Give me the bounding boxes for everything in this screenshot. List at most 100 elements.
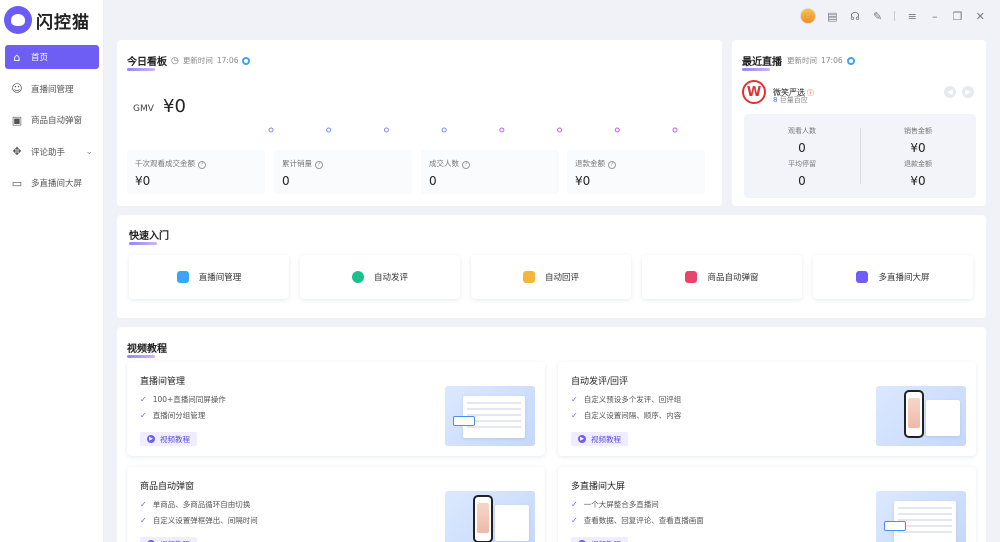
stat-label: 平均停留: [788, 160, 816, 168]
tutorial-product-popup[interactable]: 商品自动弹窗 ✓ 单商品、多商品循环自由切换 ✓ 自定义设置弹框弹出、间隔时间 ▶视…: [127, 467, 545, 542]
app-name: 闪控猫: [36, 12, 90, 33]
quick-auto-comment[interactable]: 自动发评: [300, 255, 460, 299]
avatar[interactable]: [799, 8, 816, 24]
help-icon[interactable]: ?: [198, 161, 206, 169]
tutorial-thumbnail: [445, 491, 535, 542]
tutorial-bullet: 一个大屏整合多直播间: [583, 500, 659, 509]
video-tutorials-card: 视频教程 直播间管理 ✓ 100+直播间同屏操作 ✓ 直播间分组管理 ▶ 视频教程 自…: [117, 327, 986, 542]
stat-refund: 退款金额 ¥0: [860, 159, 976, 188]
video-tutorial-button[interactable]: ▶视频教程: [571, 432, 628, 446]
tutorial-multi-screen[interactable]: 多直播间大屏 ✓ 一个大屏整合多直播间 ✓ 查看数据、回复评论、查看直播画面 ▶视频…: [558, 467, 976, 542]
sidebar-item-multi-screen[interactable]: ▭ 多直播间大屏: [5, 171, 99, 195]
sidebar-item-label: 商品自动弹窗: [31, 116, 83, 126]
next-arrow-icon[interactable]: ▶: [962, 86, 974, 98]
carousel-arrows: ◀ ▶: [944, 86, 974, 98]
sidebar-item-comment-assistant[interactable]: ✥ 评论助手 ⌄: [5, 140, 99, 164]
app-logo: 闪控猫: [4, 5, 90, 35]
quick-room-management[interactable]: 直播间管理: [129, 255, 289, 299]
video-tutorial-button[interactable]: ▶视频教程: [140, 432, 197, 446]
trend-point[interactable]: [499, 127, 505, 133]
trend-point[interactable]: [326, 127, 332, 133]
alert-icon: ⓘ: [807, 88, 814, 97]
sidebar: 闪控猫 ⌂ 首页 ☺ 直播间管理 ▣ 商品自动弹窗 ✥ 评论助手 ⌄ ▭ 多直播…: [0, 0, 104, 542]
stat-label: 累计销量: [282, 159, 312, 168]
check-icon: ✓: [571, 500, 578, 509]
stat-value: ¥0: [575, 174, 591, 188]
menu-icon[interactable]: ≡: [906, 10, 918, 23]
trend-point[interactable]: [441, 127, 447, 133]
stat-label: 退款金额: [904, 160, 932, 168]
quick-product-popup[interactable]: 商品自动弹窗: [642, 255, 802, 299]
chevron-down-icon: ⌄: [85, 146, 93, 157]
stat-buyers: 成交人数? 0: [421, 150, 559, 194]
divider: [860, 128, 861, 184]
sidebar-nav: ⌂ 首页 ☺ 直播间管理 ▣ 商品自动弹窗 ✥ 评论助手 ⌄ ▭ 多直播间大屏: [5, 45, 99, 203]
trend-point[interactable]: [672, 127, 678, 133]
check-icon: ✓: [140, 516, 147, 525]
prev-arrow-icon[interactable]: ◀: [944, 86, 956, 98]
screen-icon: ▭: [11, 176, 23, 190]
help-icon[interactable]: ?: [462, 161, 470, 169]
trend-point[interactable]: [557, 127, 563, 133]
check-icon: ✓: [140, 395, 147, 404]
stat-label: 千次观看成交金额: [135, 159, 195, 168]
stat-label: 退款金额: [575, 159, 605, 168]
tutorial-title: 自动发评/回评: [571, 377, 629, 387]
check-icon: ✓: [571, 516, 578, 525]
trend-point[interactable]: [614, 127, 620, 133]
help-icon[interactable]: ?: [315, 161, 323, 169]
tutorial-bullet: 自定义设置弹框弹出、间隔时间: [152, 516, 258, 525]
tutorial-auto-comment[interactable]: 自动发评/回评 ✓ 自定义预设多个发评、回评组 ✓ 自定义设置间隔、顺序、内容 ▶ 视…: [558, 362, 976, 456]
recent-update-meta: 更新时间 17:06: [787, 55, 855, 66]
puzzle-icon: ✥: [12, 145, 22, 158]
tutorial-thumbnail: [876, 491, 966, 542]
stat-value: ¥0: [135, 174, 151, 188]
gmv-label: GMV: [133, 104, 154, 114]
tutorial-title: 商品自动弹窗: [140, 482, 195, 492]
sidebar-item-label: 多直播间大屏: [31, 179, 83, 189]
stat-label: 成交人数: [429, 159, 459, 168]
help-icon[interactable]: ?: [608, 161, 616, 169]
platform-label: 巨量百应: [779, 96, 808, 104]
quick-auto-reply[interactable]: 自动回评: [471, 255, 631, 299]
window-icon: ▣: [11, 113, 23, 127]
room-platform: 8 巨量百应: [773, 95, 808, 105]
chat-icon: [351, 271, 364, 283]
stat-refund-amount: 退款金额? ¥0: [567, 150, 705, 194]
clock-icon: ◷: [171, 55, 179, 66]
stat-value: ¥0: [910, 174, 926, 188]
video-tutorial-button[interactable]: ▶视频教程: [140, 537, 197, 542]
video-tutorial-button[interactable]: ▶视频教程: [571, 537, 628, 542]
trend-point[interactable]: [383, 127, 389, 133]
quick-start-card: 快速入门 直播间管理 自动发评 自动回评 商品自动弹窗 多直播间大屏: [117, 215, 986, 318]
stat-value: ¥0: [910, 141, 926, 155]
edit-icon[interactable]: ✎: [872, 10, 884, 23]
refresh-icon[interactable]: [242, 56, 251, 65]
users-icon: [176, 271, 189, 283]
play-icon: ▶: [147, 435, 155, 443]
quick-label: 自动发评: [373, 273, 408, 283]
tutorial-thumbnail: [445, 386, 535, 446]
close-icon[interactable]: ✕: [974, 10, 986, 23]
update-time: 17:06: [821, 56, 843, 65]
sidebar-item-product-popup[interactable]: ▣ 商品自动弹窗: [5, 108, 99, 132]
sidebar-item-room-management[interactable]: ☺ 直播间管理: [5, 77, 99, 101]
tutorial-room-management[interactable]: 直播间管理 ✓ 100+直播间同屏操作 ✓ 直播间分组管理 ▶ 视频教程: [127, 362, 545, 456]
quick-multi-screen[interactable]: 多直播间大屏: [813, 255, 973, 299]
clipboard-icon[interactable]: ▤: [827, 10, 839, 23]
stat-sales-amount: 销售金额 ¥0: [860, 126, 976, 155]
headset-icon[interactable]: ☊: [849, 10, 861, 23]
quick-label: 直播间管理: [198, 273, 242, 283]
gmv-value: ¥0: [163, 96, 186, 117]
restore-icon[interactable]: ❐: [952, 10, 964, 23]
minimize-icon[interactable]: –: [929, 10, 941, 23]
refresh-icon[interactable]: [846, 56, 855, 65]
stat-value: 0: [798, 174, 806, 188]
button-label: 视频教程: [160, 539, 190, 542]
window-toolbar: ▤ ☊ ✎ ≡ – ❐ ✕: [799, 0, 1000, 32]
trend-point[interactable]: [268, 127, 274, 133]
update-label: 更新时间: [787, 56, 817, 65]
sidebar-item-label: 首页: [31, 53, 49, 63]
recent-live-card: 最近直播 更新时间 17:06 W 微笑严选 ⓘ 8 巨量百应 ◀ ▶ 观看人数 …: [732, 40, 986, 206]
sidebar-item-home[interactable]: ⌂ 首页: [5, 45, 99, 69]
